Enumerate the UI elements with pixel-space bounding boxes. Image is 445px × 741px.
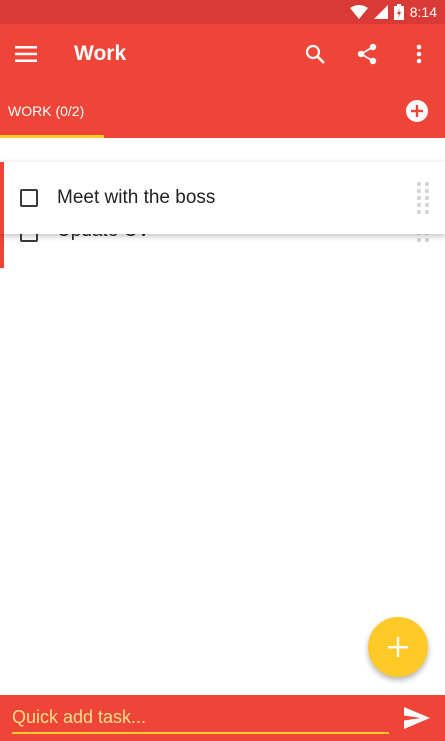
share-button[interactable] xyxy=(341,24,393,84)
battery-icon xyxy=(393,4,404,20)
send-icon xyxy=(404,707,430,729)
status-time: 8:14 xyxy=(409,4,437,20)
add-task-fab[interactable] xyxy=(368,617,428,677)
task-row[interactable]: Meet with the boss xyxy=(0,162,445,234)
page-title: Work xyxy=(74,42,127,65)
send-button[interactable] xyxy=(389,695,445,741)
app-bar: Work xyxy=(0,24,445,84)
drag-handle-icon[interactable] xyxy=(417,182,431,214)
menu-icon xyxy=(15,46,37,62)
status-bar: 8:14 xyxy=(0,0,445,24)
search-button[interactable] xyxy=(289,24,341,84)
add-circle-icon xyxy=(406,100,428,122)
add-list-button[interactable] xyxy=(405,99,429,123)
share-icon xyxy=(357,43,377,65)
plus-icon xyxy=(388,637,408,657)
tab-work-label: WORK (0/2) xyxy=(8,103,85,119)
task-list: Update CV Meet with the boss xyxy=(0,138,445,695)
signal-icon xyxy=(373,5,388,19)
task-checkbox[interactable] xyxy=(20,189,38,207)
more-options-button[interactable] xyxy=(393,24,445,84)
tab-work[interactable]: WORK (0/2) xyxy=(0,84,104,138)
menu-button[interactable] xyxy=(0,24,52,84)
more-vert-icon xyxy=(416,44,422,64)
quick-add-input[interactable] xyxy=(12,702,389,734)
task-title: Meet with the boss xyxy=(57,187,216,208)
quick-add-bar xyxy=(0,695,445,741)
search-icon xyxy=(305,44,325,64)
wifi-icon xyxy=(349,5,368,19)
tab-strip: WORK (0/2) xyxy=(0,84,445,138)
